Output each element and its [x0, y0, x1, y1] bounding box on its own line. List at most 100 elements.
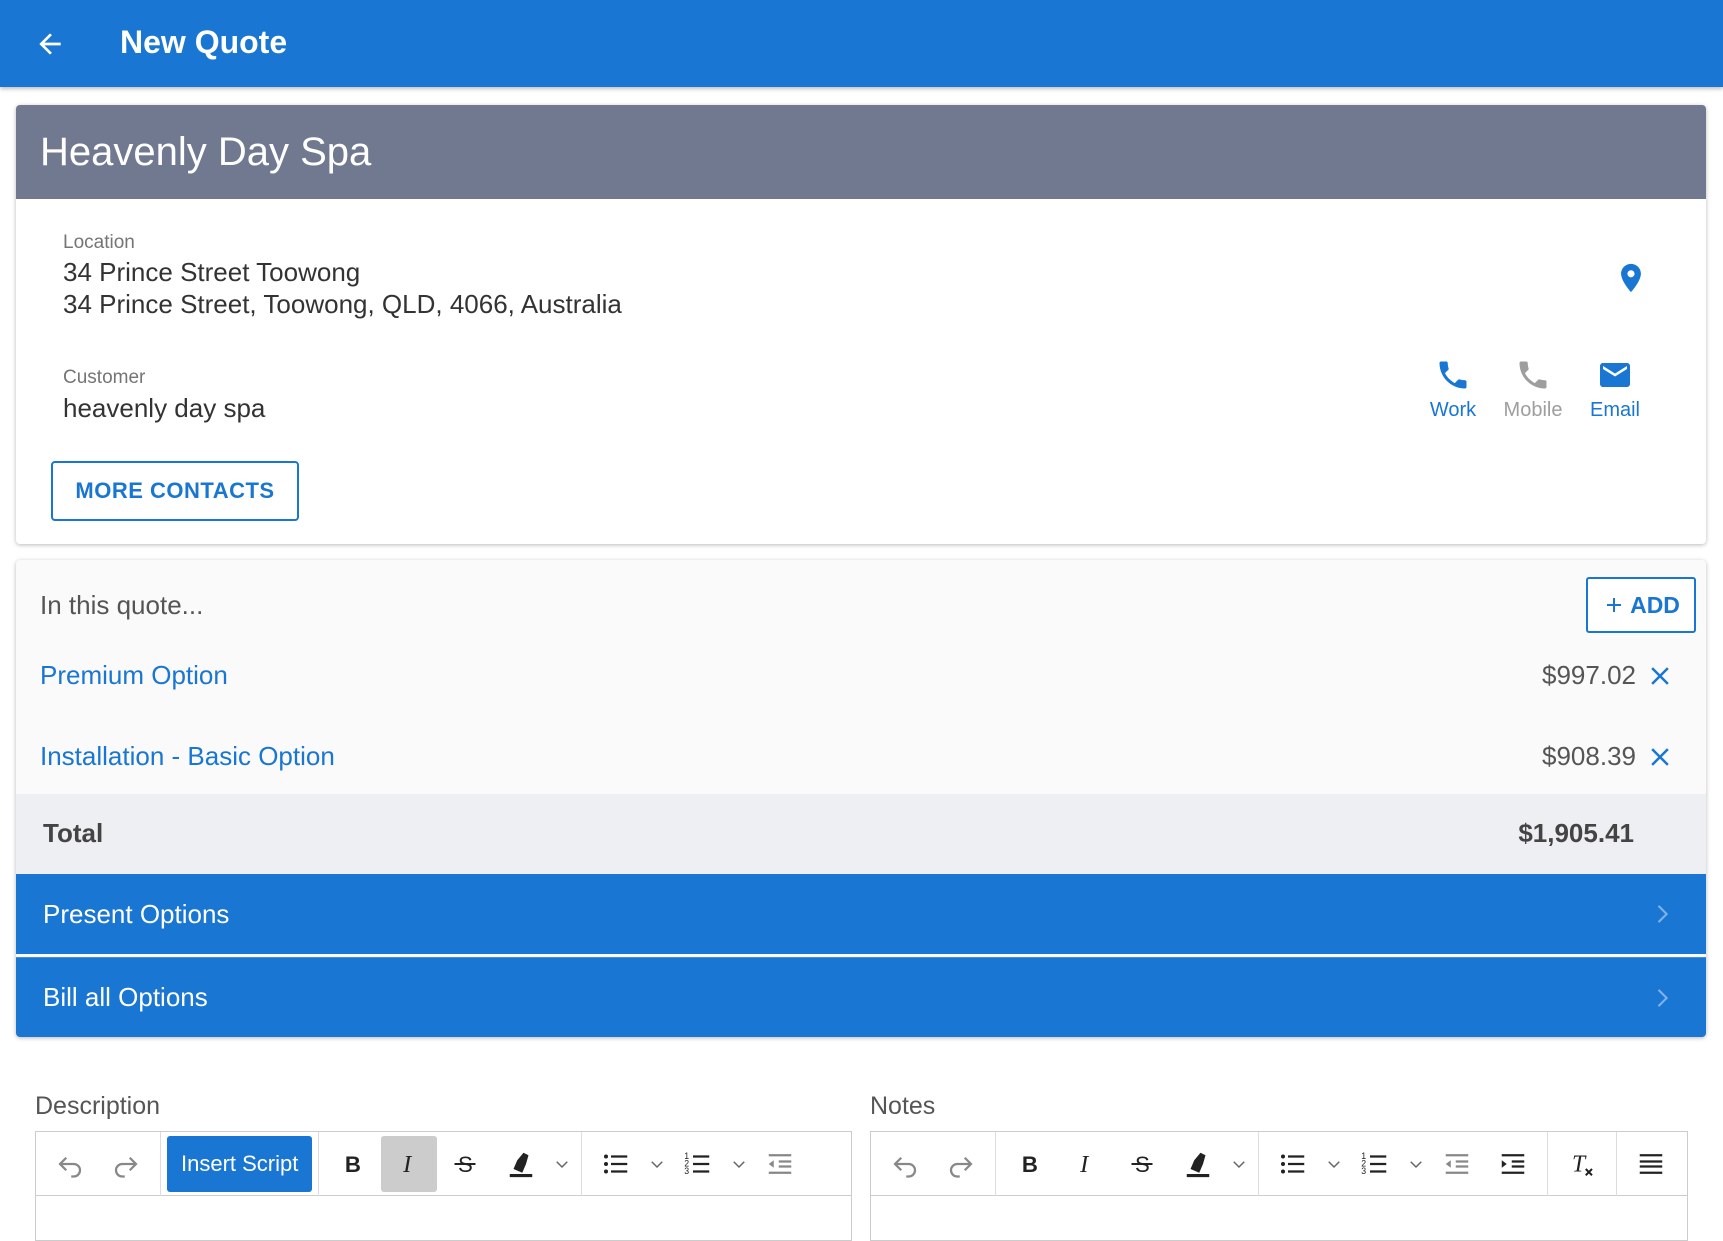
more-contacts-button[interactable]: MORE CONTACTS [51, 461, 299, 521]
chevron-right-icon [1657, 905, 1669, 923]
total-label: Total [43, 818, 104, 848]
numbered-list-icon: 123 [1361, 1151, 1387, 1176]
back-button[interactable] [28, 22, 72, 66]
remove-item-button[interactable] [1640, 737, 1680, 777]
undo-button[interactable] [42, 1136, 98, 1192]
highlighter-icon [1186, 1152, 1210, 1177]
strikethrough-icon: S [1131, 1152, 1153, 1177]
app-bar: New Quote [0, 0, 1723, 87]
redo-icon [949, 1156, 973, 1178]
clear-formatting-button[interactable]: T [1554, 1136, 1610, 1192]
redo-button[interactable] [933, 1136, 989, 1192]
numbered-list-button[interactable]: 123 [670, 1136, 726, 1192]
align-icon [1639, 1153, 1663, 1174]
numbered-list-icon: 123 [685, 1151, 710, 1176]
location-label: Location [63, 232, 135, 253]
add-option-label: ADD [1630, 591, 1680, 618]
customer-name: heavenly day spa [63, 393, 266, 423]
italic-icon: I [403, 1151, 414, 1178]
indent-button[interactable] [1485, 1136, 1541, 1192]
notes-editor: B I S 123 T [870, 1131, 1688, 1241]
email-icon [1600, 363, 1630, 387]
outdent-button[interactable] [752, 1136, 808, 1192]
quote-line-item: Premium Option $997.02 [16, 648, 1706, 708]
contact-email-button[interactable]: Email [1575, 357, 1655, 422]
chevron-down-icon [1233, 1160, 1245, 1168]
contact-work-button[interactable]: Work [1413, 357, 1493, 422]
remove-item-button[interactable] [1640, 656, 1680, 696]
chevron-right-icon [1657, 989, 1669, 1007]
script-group: Insert Script [161, 1131, 320, 1196]
bullet-list-button[interactable] [1265, 1136, 1321, 1192]
line-item-price: $908.39 [1542, 741, 1636, 771]
chevron-down-icon [651, 1160, 664, 1168]
bullet-list-icon [1281, 1154, 1305, 1173]
bold-icon: B [345, 1152, 361, 1177]
italic-button[interactable]: I [1058, 1136, 1114, 1192]
numbered-list-dropdown[interactable] [1403, 1136, 1429, 1192]
bold-button[interactable]: B [1002, 1136, 1058, 1192]
line-item-name[interactable]: Premium Option [40, 660, 228, 691]
bill-all-options-label: Bill all Options [43, 982, 208, 1012]
total-value: $1,905.41 [1518, 818, 1634, 848]
add-option-button[interactable]: ADD [1586, 577, 1696, 633]
quote-card: In this quote... ADD Premium Option $997… [16, 560, 1706, 1037]
site-header: Heavenly Day Spa [16, 105, 1706, 199]
chevron-down-icon [733, 1160, 746, 1168]
redo-icon [114, 1156, 138, 1178]
svg-text:T: T [1572, 1151, 1587, 1177]
bullet-list-button[interactable] [588, 1136, 644, 1192]
undo-icon [58, 1156, 82, 1178]
highlight-button[interactable] [1170, 1136, 1226, 1192]
clear-formatting-icon: T [1572, 1151, 1593, 1177]
numbered-list-dropdown[interactable] [726, 1136, 752, 1192]
align-button[interactable] [1623, 1136, 1679, 1192]
line-item-name[interactable]: Installation - Basic Option [40, 741, 335, 772]
svg-text:B: B [345, 1152, 361, 1177]
chevron-down-icon [556, 1160, 569, 1168]
svg-text:I: I [1079, 1151, 1090, 1178]
highlight-dropdown[interactable] [549, 1136, 575, 1192]
quote-heading: In this quote... [40, 590, 204, 620]
bullet-list-dropdown[interactable] [644, 1136, 670, 1192]
close-icon [1651, 667, 1669, 685]
location-line2: 34 Prince Street, Toowong, QLD, 4066, Au… [63, 289, 622, 319]
arrow-left-icon [39, 33, 61, 55]
phone-icon [1519, 361, 1547, 389]
insert-script-button[interactable]: Insert Script [167, 1135, 313, 1192]
indent-icon [1501, 1153, 1525, 1174]
highlight-dropdown[interactable] [1226, 1136, 1252, 1192]
line-item-price: $997.02 [1542, 660, 1636, 690]
format-group: B I S [996, 1131, 1259, 1196]
highlight-button[interactable] [493, 1136, 549, 1192]
strikethrough-button[interactable]: S [1114, 1136, 1170, 1192]
italic-button[interactable]: I [381, 1135, 438, 1192]
notes-label: Notes [870, 1092, 936, 1120]
contact-mobile-button[interactable]: Mobile [1493, 357, 1573, 422]
strikethrough-button[interactable]: S [437, 1136, 493, 1192]
customer-label: Customer [63, 367, 146, 388]
phone-icon [1439, 361, 1467, 389]
plus-icon [1607, 598, 1622, 612]
numbered-list-button[interactable]: 123 [1347, 1136, 1403, 1192]
redo-button[interactable] [98, 1136, 154, 1192]
quote-line-item: Installation - Basic Option $908.39 [16, 729, 1706, 789]
svg-text:3: 3 [1361, 1166, 1366, 1176]
bold-icon: B [1022, 1152, 1038, 1177]
svg-text:I: I [403, 1151, 414, 1178]
svg-text:B: B [1022, 1152, 1038, 1177]
contact-email-label: Email [1589, 399, 1640, 421]
close-icon [1651, 748, 1669, 766]
bullet-list-dropdown[interactable] [1321, 1136, 1347, 1192]
contact-work-label: Work [1429, 399, 1477, 421]
location-line1: 34 Prince Street Toowong [63, 257, 361, 287]
undo-button[interactable] [877, 1136, 933, 1192]
bullet-list-icon [604, 1154, 628, 1173]
map-pin-button[interactable] [1606, 253, 1656, 303]
outdent-button[interactable] [1429, 1136, 1485, 1192]
bold-button[interactable]: B [325, 1136, 381, 1192]
bill-all-options-button[interactable]: Bill all Options [16, 957, 1706, 1037]
description-toolbar: Insert Script B I S 123 [36, 1131, 851, 1196]
notes-toolbar: B I S 123 T [871, 1131, 1687, 1196]
present-options-button[interactable]: Present Options [16, 874, 1706, 954]
